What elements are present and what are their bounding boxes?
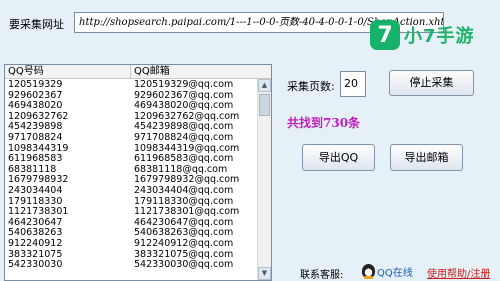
qq-number-cell: 179118330 — [8, 196, 63, 207]
qq-number-cell: 1121738301 — [8, 207, 69, 218]
list-header: QQ号码 QQ邮箱 — [5, 65, 271, 79]
column-header-qq[interactable]: QQ号码 — [5, 65, 131, 78]
qq-email-cell: 540638263@qq.com — [134, 228, 234, 239]
qq-email-cell: 542330030@qq.com — [134, 260, 234, 271]
qq-number-cell: 912240912 — [8, 238, 63, 249]
help-register-link[interactable]: 使用帮助/注册 — [427, 265, 490, 280]
list-row[interactable]: 611968583 611968583@qq.com — [5, 154, 257, 165]
list-row[interactable]: 383321075 383321075@qq.com — [5, 250, 257, 261]
qq-number-cell: 454239898 — [8, 122, 63, 133]
pages-input[interactable]: 20 — [340, 71, 366, 97]
list-row[interactable]: 1121738301 1121738301@qq.com — [5, 207, 257, 218]
list-row[interactable]: 542330030 542330030@qq.com — [5, 260, 257, 271]
qq-number-cell: 1209632762 — [8, 111, 69, 122]
qq-email-cell: 611968583@qq.com — [134, 154, 234, 165]
list-row[interactable]: 1098344319 1098344319@qq.com — [5, 144, 257, 155]
list-row[interactable]: 1679798932 1679798932@qq.com — [5, 175, 257, 186]
list-row[interactable]: 454239898 454239898@qq.com — [5, 122, 257, 133]
stop-collect-button[interactable]: 停止采集 — [389, 70, 474, 96]
list-row[interactable]: 912240912 912240912@qq.com — [5, 239, 257, 250]
qq-number-cell: 243034404 — [8, 185, 63, 196]
list-row[interactable]: 179118330 179118330@qq.com — [5, 197, 257, 208]
qq-penguin-icon — [362, 264, 375, 279]
found-count: 共找到730条 — [287, 116, 361, 130]
qq-number-cell: 542330030 — [8, 260, 63, 271]
qq-email-cell: 464230647@qq.com — [134, 217, 234, 228]
scroll-down-arrow-icon[interactable]: ▼ — [258, 267, 271, 280]
qq-number-cell: 1679798932 — [8, 175, 69, 186]
qq-number-cell: 68381118 — [8, 164, 57, 175]
logo-mark: 7 — [370, 20, 400, 50]
qq-number-cell: 971708824 — [8, 132, 63, 143]
list-row[interactable]: 120519329 120519329@qq.com — [5, 80, 257, 91]
qq-email-cell: 912240912@qq.com — [134, 238, 234, 249]
list-row[interactable]: 929602367 929602367@qq.com — [5, 91, 257, 102]
qq-email-cell: 68381118@qq.com — [134, 164, 228, 175]
qq-email-cell: 971708824@qq.com — [134, 132, 234, 143]
qq-number-cell: 469438020 — [8, 101, 63, 112]
qq-email-cell: 120519329@qq.com — [134, 80, 234, 90]
qq-number-cell: 929602367 — [8, 90, 63, 101]
list-row[interactable]: 540638263 540638263@qq.com — [5, 228, 257, 239]
qq-email-cell: 454239898@qq.com — [134, 122, 234, 133]
list-row[interactable]: 68381118 68381118@qq.com — [5, 165, 257, 176]
logo-text: 小7手游 — [404, 26, 475, 47]
qq-number-cell: 464230647 — [8, 217, 63, 228]
qq-email-cell: 1121738301@qq.com — [134, 207, 240, 218]
export-email-button[interactable]: 导出邮箱 — [390, 144, 463, 171]
list-row[interactable]: 464230647 464230647@qq.com — [5, 218, 257, 229]
vertical-scrollbar[interactable]: ▲ ▼ — [257, 79, 271, 280]
qq-online-label: QQ在线 — [377, 267, 413, 279]
logo: 7 小7手游 — [370, 17, 482, 53]
qq-online-link[interactable]: QQ在线 — [362, 263, 413, 279]
scroll-up-arrow-icon[interactable]: ▲ — [258, 79, 271, 92]
result-list[interactable]: QQ号码 QQ邮箱 120519329 120519329@qq.com 92960… — [4, 64, 272, 281]
export-qq-button[interactable]: 导出QQ — [302, 144, 375, 171]
qq-email-cell: 1098344319@qq.com — [134, 143, 240, 154]
list-row[interactable]: 469438020 469438020@qq.com — [5, 101, 257, 112]
list-row[interactable]: 243034404 243034404@qq.com — [5, 186, 257, 197]
qq-number-cell: 383321075 — [8, 249, 63, 260]
qq-email-cell: 1679798932@qq.com — [134, 175, 240, 186]
qq-email-cell: 383321075@qq.com — [134, 249, 234, 260]
column-header-email[interactable]: QQ邮箱 — [131, 65, 257, 78]
qq-number-cell: 120519329 — [8, 80, 63, 90]
url-label: 要采集网址 — [9, 18, 64, 31]
list-row[interactable]: 971708824 971708824@qq.com — [5, 133, 257, 144]
pages-label: 采集页数: — [287, 80, 335, 93]
qq-email-cell: 929602367@qq.com — [134, 90, 234, 101]
scroll-thumb[interactable] — [259, 94, 270, 116]
qq-email-cell: 469438020@qq.com — [134, 101, 234, 112]
list-rows: 120519329 120519329@qq.com 929602367 929602… — [5, 80, 257, 271]
qq-email-cell: 1209632762@qq.com — [134, 111, 240, 122]
list-row[interactable]: 1209632762 1209632762@qq.com — [5, 112, 257, 123]
qq-email-cell: 243034404@qq.com — [134, 185, 234, 196]
qq-number-cell: 1098344319 — [8, 143, 69, 154]
qq-number-cell: 611968583 — [8, 154, 63, 165]
contact-label: 联系客服: — [300, 270, 344, 281]
qq-email-cell: 179118330@qq.com — [134, 196, 234, 207]
qq-number-cell: 540638263 — [8, 228, 63, 239]
